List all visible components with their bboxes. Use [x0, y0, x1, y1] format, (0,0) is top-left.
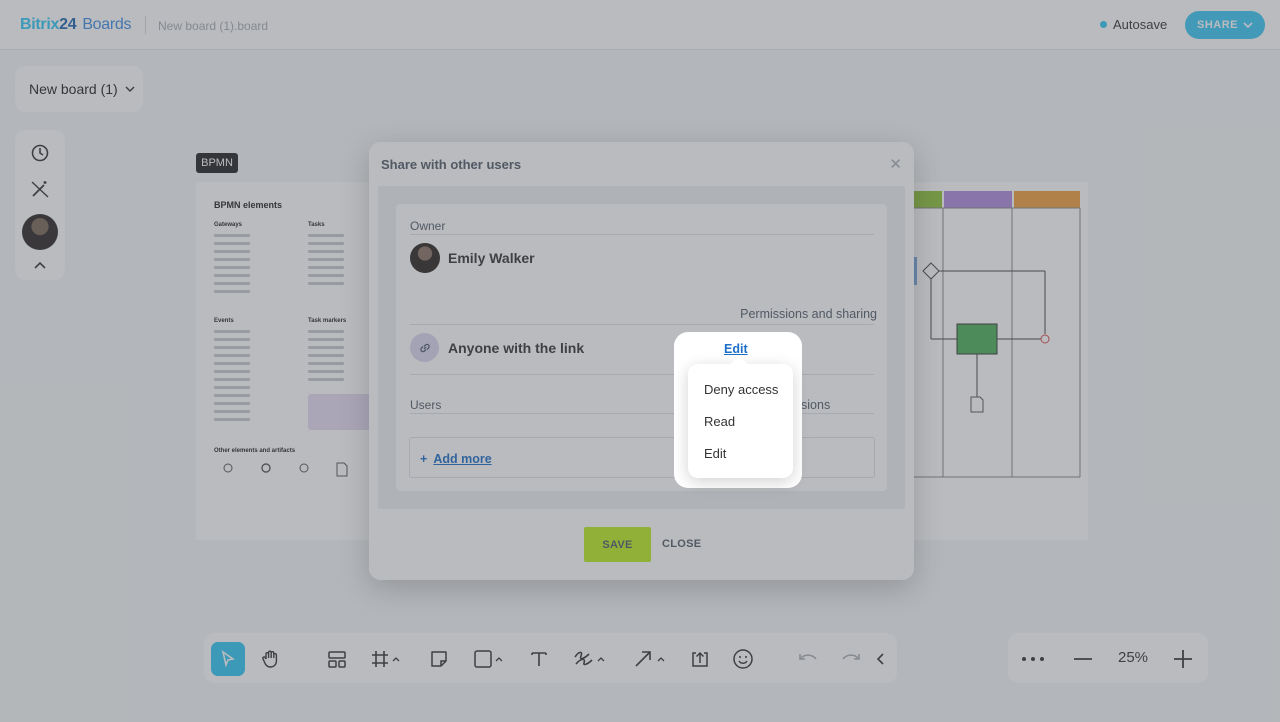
share-dialog: Share with other users ✕ Owner Emily Wal… [369, 142, 914, 580]
menu-item-deny-access[interactable]: Deny access [704, 382, 778, 397]
permission-select[interactable]: Edit [724, 342, 748, 356]
dropdown-focus-dim[interactable] [369, 142, 914, 580]
menu-item-read[interactable]: Read [704, 414, 735, 429]
menu-item-edit[interactable]: Edit [704, 446, 726, 461]
permission-menu: Deny access Read Edit [688, 355, 793, 478]
